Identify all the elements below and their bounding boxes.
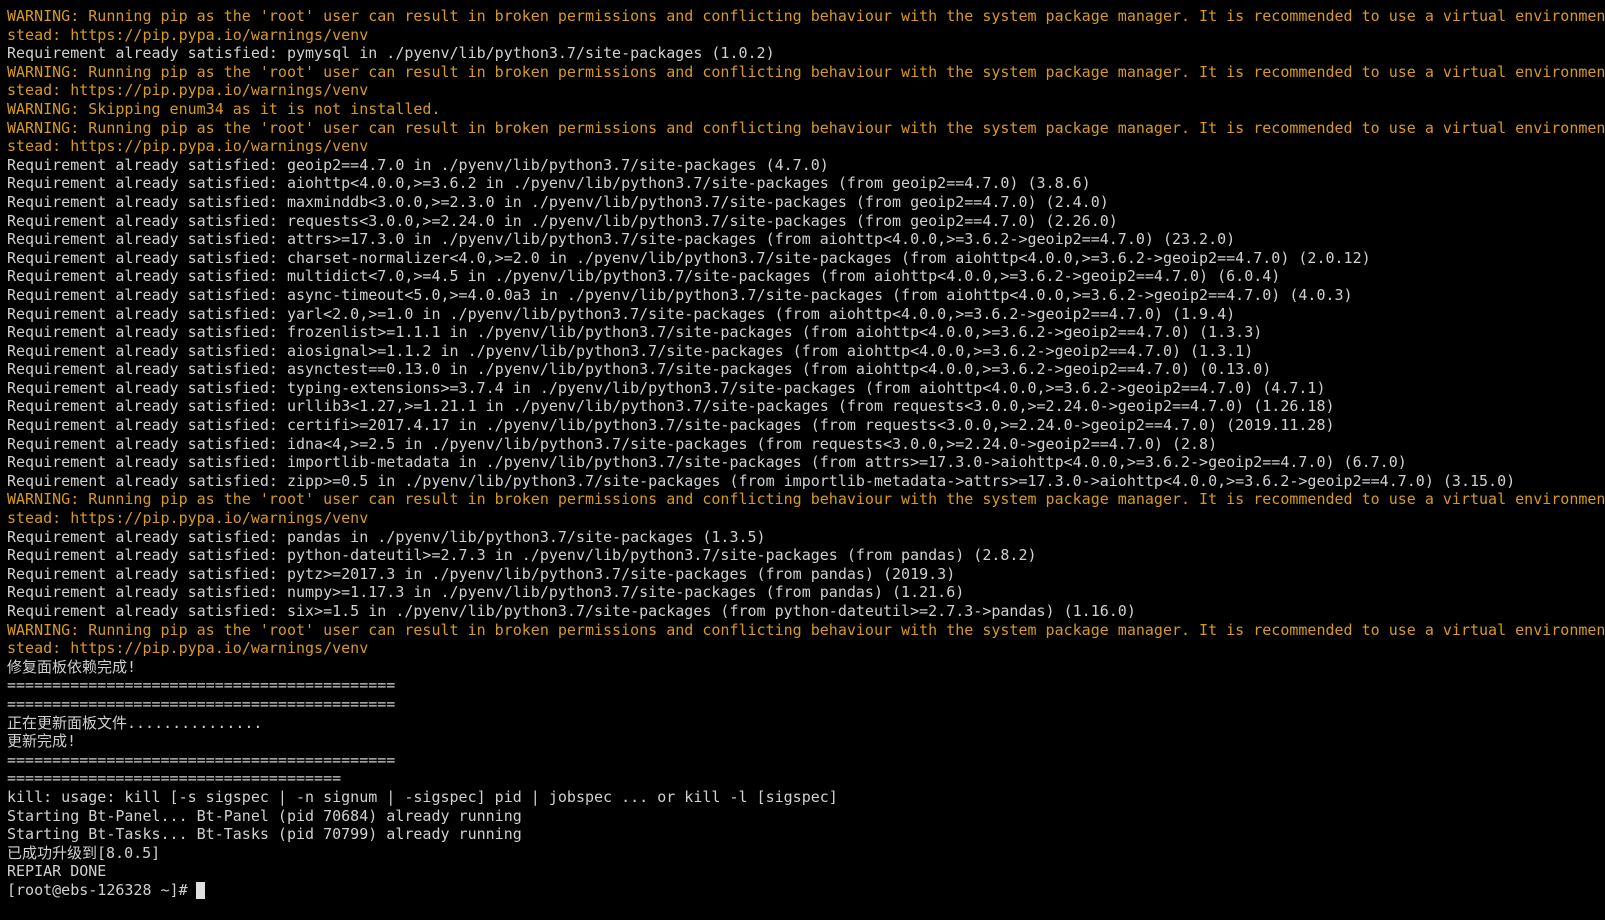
output-line: Requirement already satisfied: maxminddb… (7, 192, 1109, 211)
output-line: Requirement already satisfied: importlib… (7, 453, 1407, 472)
output-line: Requirement already satisfied: urllib3<1… (7, 397, 1335, 416)
output-line: Requirement already satisfied: attrs>=17… (7, 230, 1236, 249)
terminal-window[interactable]: WARNING: Running pip as the 'root' user … (0, 0, 1605, 920)
output-line: Requirement already satisfied: frozenlis… (7, 323, 1263, 342)
shell-prompt: [root@ebs-126328 ~]# (7, 880, 188, 899)
output-line: Requirement already satisfied: pytz>=201… (7, 564, 956, 583)
output-line: 已成功升级到[8.0.5] (7, 843, 161, 862)
warning-output-line: stead: https://pip.pypa.io/warnings/venv (7, 137, 369, 156)
output-line: Requirement already satisfied: async-tim… (7, 285, 1353, 304)
output-line: ========================================… (7, 750, 396, 769)
output-line: 正在更新面板文件............... (7, 713, 263, 732)
output-line: Requirement already satisfied: python-da… (7, 546, 1037, 565)
warning-output-line: stead: https://pip.pypa.io/warnings/venv (7, 639, 369, 658)
output-line: 更新完成! (7, 732, 77, 751)
warning-output-line: WARNING: Running pip as the 'root' user … (7, 62, 1605, 81)
output-line: Requirement already satisfied: six>=1.5 … (7, 602, 1136, 620)
output-line: kill: usage: kill [-s sigspec | -n signu… (7, 787, 838, 806)
output-line: Requirement already satisfied: aiosignal… (7, 341, 1254, 360)
output-line: Requirement already satisfied: idna<4,>=… (7, 434, 1218, 453)
terminal-output: WARNING: Running pip as the 'root' user … (7, 7, 1605, 881)
output-line: Requirement already satisfied: requests<… (7, 211, 1118, 230)
warning-output-line: stead: https://pip.pypa.io/warnings/venv (7, 25, 369, 44)
output-line: Requirement already satisfied: numpy>=1.… (7, 583, 965, 602)
warning-output-line: stead: https://pip.pypa.io/warnings/venv (7, 509, 369, 528)
output-line: 修复面板依赖完成! (7, 657, 137, 676)
output-line: Starting Bt-Tasks... Bt-Tasks (pid 70799… (7, 825, 522, 844)
output-line: Requirement already satisfied: yarl<2.0,… (7, 304, 1236, 323)
output-line: ========================================… (7, 676, 396, 695)
warning-output-line: WARNING: Running pip as the 'root' user … (7, 620, 1605, 639)
output-line: Starting Bt-Panel... Bt-Panel (pid 70684… (7, 806, 522, 825)
warning-output-line: WARNING: Running pip as the 'root' user … (7, 490, 1605, 509)
output-line: Requirement already satisfied: pymysql i… (7, 44, 775, 63)
warning-output-line: stead: https://pip.pypa.io/warnings/venv (7, 81, 369, 100)
output-line: Requirement already satisfied: charset-n… (7, 248, 1371, 267)
output-line: REPIAR DONE (7, 862, 107, 881)
warning-output-line: WARNING: Running pip as the 'root' user … (7, 7, 1605, 25)
text-cursor[interactable] (195, 881, 205, 899)
output-line: Requirement already satisfied: pandas in… (7, 527, 766, 546)
warning-output-line: WARNING: Running pip as the 'root' user … (7, 118, 1605, 137)
output-line: ===================================== (7, 769, 342, 788)
output-line: Requirement already satisfied: typing-ex… (7, 378, 1326, 397)
output-line: Requirement already satisfied: zipp>=0.5… (7, 471, 1516, 490)
output-line: Requirement already satisfied: certifi>=… (7, 416, 1335, 435)
output-line: Requirement already satisfied: geoip2==4… (7, 155, 829, 174)
output-line: Requirement already satisfied: aiohttp<4… (7, 174, 1091, 193)
output-line: Requirement already satisfied: asynctest… (7, 360, 1272, 379)
output-line: Requirement already satisfied: multidict… (7, 267, 1281, 286)
command-prompt-line[interactable]: [root@ebs-126328 ~]# (7, 881, 1605, 900)
output-line: ========================================… (7, 694, 396, 713)
warning-output-line: WARNING: Skipping enum34 as it is not in… (7, 99, 441, 118)
